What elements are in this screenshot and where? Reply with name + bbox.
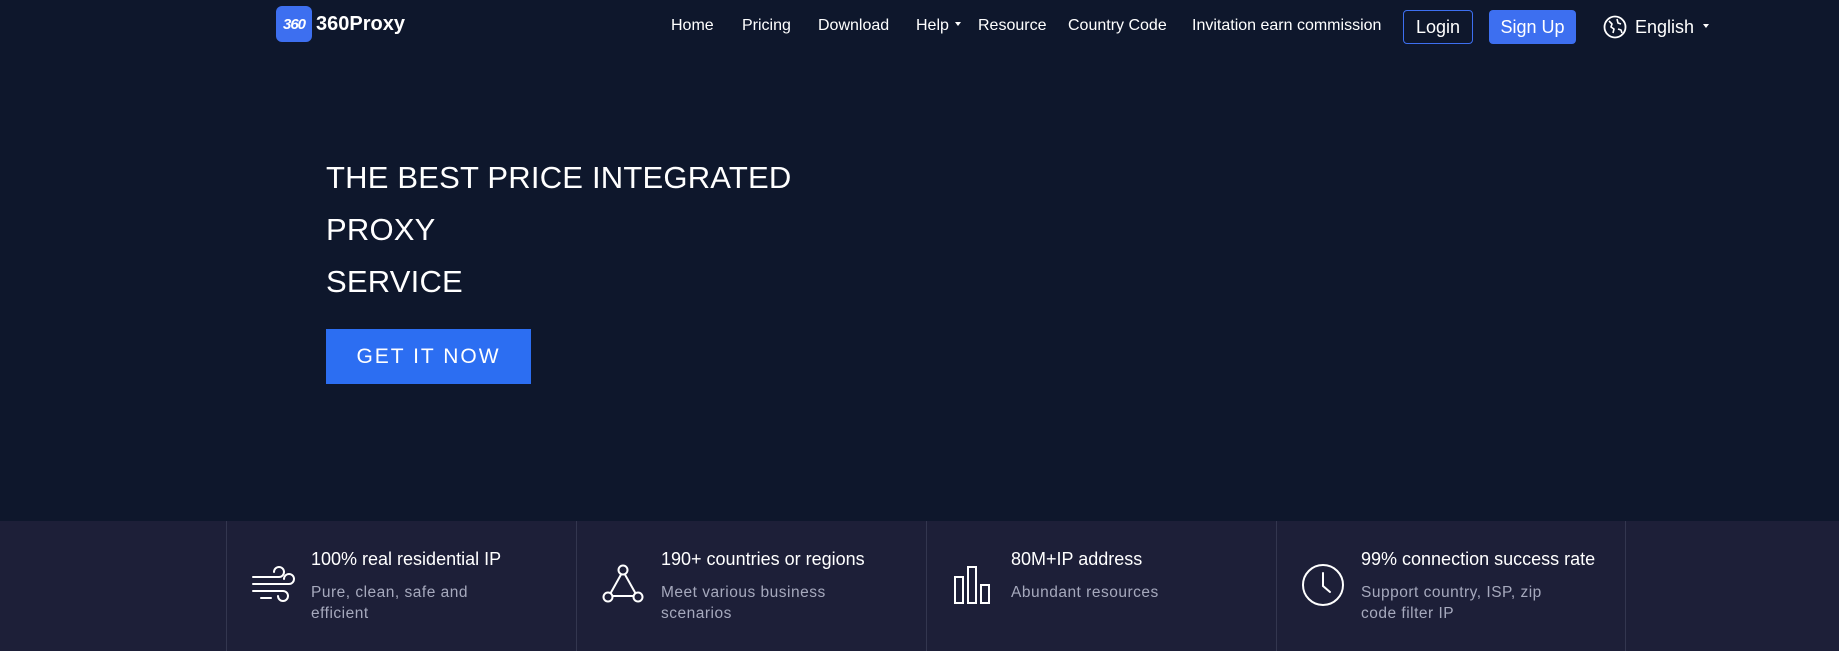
feature-desc: Meet various business scenarios — [661, 584, 826, 622]
hero-title-line1: THE BEST PRICE INTEGRATED PROXY — [326, 160, 792, 247]
feature-card: 190+ countries or regions Meet various b… — [576, 521, 926, 651]
wind-icon — [252, 566, 295, 602]
nav-invitation[interactable]: Invitation earn commission — [1192, 17, 1381, 35]
nav-pricing[interactable]: Pricing — [742, 17, 791, 35]
globe-icon — [1603, 15, 1627, 39]
feature-card: 99% connection success rate Support coun… — [1276, 521, 1626, 651]
features-band: 100% real residential IP Pure, clean, sa… — [0, 521, 1839, 651]
nav-download[interactable]: Download — [818, 17, 889, 35]
nav-home[interactable]: Home — [671, 17, 714, 35]
clock-icon — [1302, 564, 1344, 606]
nav-help[interactable]: Help — [916, 17, 961, 35]
chevron-down-icon — [954, 22, 961, 27]
hero-title: THE BEST PRICE INTEGRATED PROXY SERVICE — [326, 152, 886, 308]
feature-card: 80M+IP address Abundant resources — [926, 521, 1276, 651]
bar-chart-icon — [954, 566, 990, 604]
feature-desc: Support country, ISP, zip code filter IP — [1361, 584, 1542, 622]
language-selector[interactable]: English — [1603, 15, 1710, 39]
logo-text: 360Proxy — [316, 12, 405, 35]
language-label: English — [1635, 16, 1695, 37]
login-button[interactable]: Login — [1403, 10, 1473, 44]
triangle-nodes-icon — [602, 564, 644, 603]
get-it-now-button[interactable]: GET IT NOW — [326, 329, 531, 384]
feature-desc: Abundant resources — [1011, 584, 1159, 601]
nav-resource[interactable]: Resource — [978, 17, 1046, 35]
nav-help-label: Help — [916, 17, 949, 34]
nav-country-code[interactable]: Country Code — [1068, 17, 1167, 35]
logo[interactable]: 360 360Proxy — [276, 6, 405, 42]
chevron-down-icon — [1703, 23, 1710, 28]
feature-title: 99% connection success rate — [1361, 549, 1596, 569]
hero-title-line2: SERVICE — [326, 264, 463, 299]
feature-desc: Pure, clean, safe and efficient — [311, 584, 468, 622]
feature-title: 80M+IP address — [1011, 549, 1143, 569]
signup-button[interactable]: Sign Up — [1489, 10, 1576, 44]
feature-title: 190+ countries or regions — [661, 549, 865, 569]
logo-badge: 360 — [276, 6, 312, 42]
feature-title: 100% real residential IP — [311, 549, 502, 569]
feature-card: 100% real residential IP Pure, clean, sa… — [226, 521, 576, 651]
